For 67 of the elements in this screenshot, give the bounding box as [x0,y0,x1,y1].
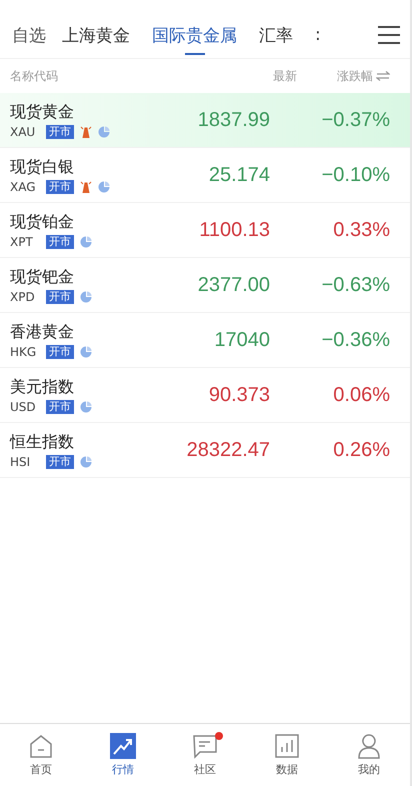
pie-chart-icon[interactable] [80,456,92,468]
last-price: 28322.47 [186,438,270,462]
quote-row[interactable]: 现货白银 XAG 开市 25.174 −0.10% [0,148,410,203]
last-price: 90.373 [208,384,270,406]
status-tag: 开市 [46,400,74,414]
change-percent: 0.26% [332,438,390,462]
market-tab[interactable]: : [315,25,321,53]
nav-tab[interactable]: 行情 [82,724,164,786]
quote-row[interactable]: 现货铂金 XPT 开市 1100.13 0.33% [0,203,410,258]
change-percent: −0.36% [320,328,390,352]
nav-tab[interactable]: 数据 [246,724,328,786]
instrument-code: HKG [10,344,38,358]
last-price: 1837.99 [196,108,270,132]
status-tag: 开市 [46,454,74,468]
market-tab[interactable]: 国际贵金属 [152,24,237,54]
change-percent: 0.06% [332,384,390,406]
bar-chart-icon [274,733,300,759]
quote-row[interactable]: 美元指数 USD 开市 90.373 0.06% [0,368,410,423]
change-percent: 0.33% [332,218,390,242]
instrument-name: 现货黄金 [10,102,75,122]
instrument-name: 现货白银 [10,156,75,178]
last-price: 17040 [213,328,270,352]
instrument-name: 恒生指数 [10,432,75,452]
swap-icon[interactable] [376,71,390,81]
last-price: 2377.00 [196,274,270,296]
nav-tab[interactable]: 首页 [0,724,82,786]
status-tag: 开市 [46,234,74,248]
menu-icon[interactable] [378,26,400,44]
last-price: 25.174 [208,164,270,186]
market-tab[interactable]: 自选 [12,24,46,54]
nav-tab[interactable]: 我的 [328,724,410,786]
change-percent: −0.63% [320,274,390,296]
instrument-name: 香港黄金 [10,322,75,342]
chart-icon [110,733,136,759]
pie-chart-icon[interactable] [80,236,92,248]
nav-tab[interactable]: 社区 [164,724,246,786]
status-tag: 开市 [46,290,74,304]
market-tab[interactable]: 汇率 [259,24,293,54]
change-percent: −0.37% [320,108,390,132]
message-icon [192,733,218,759]
pie-chart-icon[interactable] [98,126,110,138]
instrument-name: 现货铂金 [10,212,75,232]
instrument-code: XPT [10,234,34,248]
column-header: 名称代码 [10,68,59,84]
pie-chart-icon[interactable] [98,180,110,192]
pie-chart-icon[interactable] [80,346,92,358]
market-tab[interactable]: 上海黄金 [62,24,130,54]
last-price: 1100.13 [198,218,270,242]
status-tag: 开市 [46,180,74,194]
instrument-code: XPD [10,290,36,304]
status-tag: 开市 [46,124,74,138]
instrument-code: USD [10,400,37,414]
instrument-name: 现货钯金 [10,266,75,288]
instrument-code: XAU [10,124,36,138]
quote-row[interactable]: 现货钯金 XPD 开市 2377.00 −0.63% [0,258,410,313]
quote-row[interactable]: 香港黄金 HKG 开市 17040 −0.36% [0,313,410,368]
pie-chart-icon[interactable] [80,400,92,412]
pie-chart-icon[interactable] [80,290,92,302]
home-icon [28,733,54,759]
change-percent: −0.10% [320,164,390,186]
instrument-code: HSI [10,454,32,468]
user-icon [356,733,382,759]
status-tag: 开市 [46,344,74,358]
instrument-code: XAG [10,180,37,194]
quote-row[interactable]: 现货黄金 XAU 开市 1837.99 −0.37% [0,93,410,148]
instrument-name: 美元指数 [10,376,75,398]
column-header: 最新 [272,68,297,84]
